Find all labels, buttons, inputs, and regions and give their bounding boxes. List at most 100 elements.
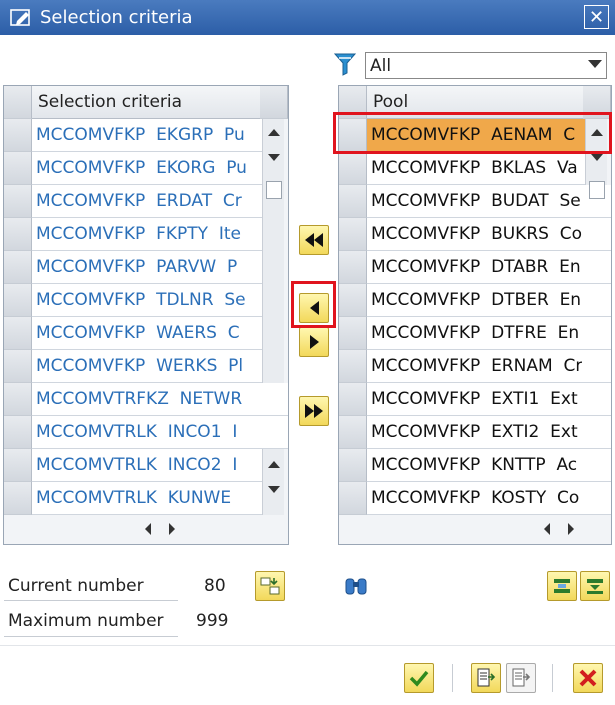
row-selector[interactable] [339, 448, 367, 482]
scroll-up-icon[interactable] [263, 119, 284, 136]
scroll-left-icon[interactable] [145, 523, 151, 535]
row-selector[interactable] [4, 415, 32, 449]
row-text: MCCOMVTRLK KUNWE [36, 488, 232, 508]
row-text: MCCOMVFKP BUKRS Co [371, 224, 583, 244]
left-vertical-scrollbar[interactable] [262, 119, 284, 383]
select-all-cell[interactable] [4, 86, 32, 119]
table-row[interactable]: MCCOMVFKP ERDAT Cr [4, 184, 262, 218]
checkmark-icon [409, 670, 429, 687]
table-row[interactable]: MCCOMVFKP KOSTY Co [339, 481, 611, 515]
document-arrow-icon [477, 668, 496, 687]
left-vertical-scrollbar-bottom[interactable] [262, 449, 284, 515]
close-button[interactable]: ✕ [584, 5, 609, 29]
row-text: MCCOMVFKP BKLAS Va [371, 158, 578, 178]
row-selector[interactable] [4, 118, 32, 152]
scroll-right-icon[interactable] [568, 523, 574, 535]
row-selector[interactable] [4, 283, 32, 317]
save-variant-button[interactable] [471, 663, 501, 693]
row-selector[interactable] [4, 250, 32, 284]
table-row[interactable]: MCCOMVFKP EKORG Pu [4, 151, 262, 185]
row-selector[interactable] [339, 283, 367, 317]
table-row[interactable]: MCCOMVTRLK KUNWE [4, 481, 262, 515]
row-selector[interactable] [339, 184, 367, 218]
table-row[interactable]: MCCOMVTRLK INCO1 I [4, 415, 288, 449]
table-row[interactable]: MCCOMVFKP PARVW P [4, 250, 262, 284]
scroll-down-icon[interactable] [263, 136, 284, 161]
left-horizontal-scrollbar[interactable] [34, 516, 286, 542]
highlight-box-move-left [291, 281, 336, 328]
table-row[interactable]: MCCOMVFKP WAERS C [4, 316, 262, 350]
row-selector[interactable] [4, 448, 32, 482]
table-row[interactable]: MCCOMVFKP KNTTP Ac [339, 448, 611, 482]
row-text: MCCOMVFKP EXTI1 Ext [371, 389, 578, 409]
row-text: MCCOMVFKP BUDAT Se [371, 191, 581, 211]
scroll-up-icon[interactable] [263, 449, 284, 468]
table-row[interactable]: MCCOMVFKP EKGRP Pu [4, 118, 262, 152]
row-selector[interactable] [339, 250, 367, 284]
table-row[interactable]: MCCOMVFKP TDLNR Se [4, 283, 262, 317]
filter-icon[interactable] [333, 52, 357, 76]
highlight-box-pool-row [333, 112, 612, 154]
row-selector[interactable] [4, 316, 32, 350]
binoculars-icon [345, 578, 367, 595]
scroll-thumb[interactable] [266, 181, 282, 199]
document-icon [512, 668, 531, 687]
collapse-button[interactable] [580, 571, 610, 601]
row-selector[interactable] [4, 217, 32, 251]
table-row[interactable]: MCCOMVFKP EXTI2 Ext [339, 415, 611, 449]
table-row[interactable]: MCCOMVFKP EXTI1 Ext [339, 382, 611, 416]
selection-criteria-table: Selection criteria MCCOMVFKP EKGRP Pu MC… [3, 85, 289, 545]
row-text: MCCOMVTRLK INCO2 I [36, 455, 238, 475]
table-row[interactable]: MCCOMVFKP DTBER En [339, 283, 611, 317]
table-row[interactable]: MCCOMVFKP BKLAS Va [339, 151, 585, 185]
row-selector[interactable] [339, 217, 367, 251]
table-row[interactable]: MCCOMVFKP BUKRS Co [339, 217, 611, 251]
scroll-right-icon[interactable] [169, 523, 175, 535]
collapse-rows-icon [587, 579, 603, 594]
row-selector[interactable] [339, 415, 367, 449]
row-selector[interactable] [4, 349, 32, 383]
row-selector[interactable] [4, 184, 32, 218]
filter-value: All [370, 55, 392, 76]
divider [4, 636, 178, 637]
find-button[interactable] [341, 571, 371, 601]
table-row[interactable]: MCCOMVFKP DTABR En [339, 250, 611, 284]
row-text: MCCOMVFKP EKORG Pu [36, 158, 247, 178]
row-selector[interactable] [339, 316, 367, 350]
row-text: MCCOMVFKP EKGRP Pu [36, 125, 245, 145]
scroll-left-icon[interactable] [544, 523, 550, 535]
scroll-down-icon[interactable] [263, 468, 284, 493]
table-row[interactable]: MCCOMVTRLK INCO2 I [4, 448, 262, 482]
row-selector[interactable] [339, 349, 367, 383]
move-right-button[interactable] [299, 327, 329, 357]
row-text: MCCOMVFKP TDLNR Se [36, 290, 246, 310]
row-selector[interactable] [339, 382, 367, 416]
row-selector[interactable] [339, 481, 367, 515]
scroll-thumb[interactable] [589, 181, 605, 199]
chevron-down-icon[interactable] [588, 60, 602, 68]
right-horizontal-scrollbar[interactable] [509, 516, 609, 542]
table-row[interactable]: MCCOMVFKP FKPTY Ite [4, 217, 262, 251]
expand-button[interactable] [547, 571, 577, 601]
row-text: MCCOMVFKP WAERS C [36, 323, 240, 343]
sort-button[interactable] [255, 571, 285, 601]
window-title: Selection criteria [40, 7, 193, 28]
table-row[interactable]: MCCOMVFKP DTFRE En [339, 316, 611, 350]
column-settings-cell[interactable] [260, 86, 288, 119]
row-selector[interactable] [4, 151, 32, 185]
table-row[interactable]: MCCOMVFKP WERKS Pl [4, 349, 262, 383]
move-all-left-button[interactable] [299, 225, 329, 255]
load-variant-button[interactable] [506, 663, 536, 693]
table-row[interactable]: MCCOMVFKP ERNAM Cr [339, 349, 611, 383]
confirm-button[interactable] [404, 663, 434, 693]
cancel-button[interactable] [573, 663, 603, 693]
expand-rows-icon [554, 579, 570, 593]
row-selector[interactable] [4, 382, 32, 416]
move-all-right-button[interactable] [299, 396, 329, 426]
table-row[interactable]: MCCOMVTRFKZ NETWR [4, 382, 288, 416]
filter-dropdown[interactable]: All [365, 52, 607, 79]
row-selector[interactable] [339, 151, 367, 185]
table-row[interactable]: MCCOMVFKP BUDAT Se [339, 184, 611, 218]
sort-icon [260, 577, 280, 595]
row-selector[interactable] [4, 481, 32, 515]
